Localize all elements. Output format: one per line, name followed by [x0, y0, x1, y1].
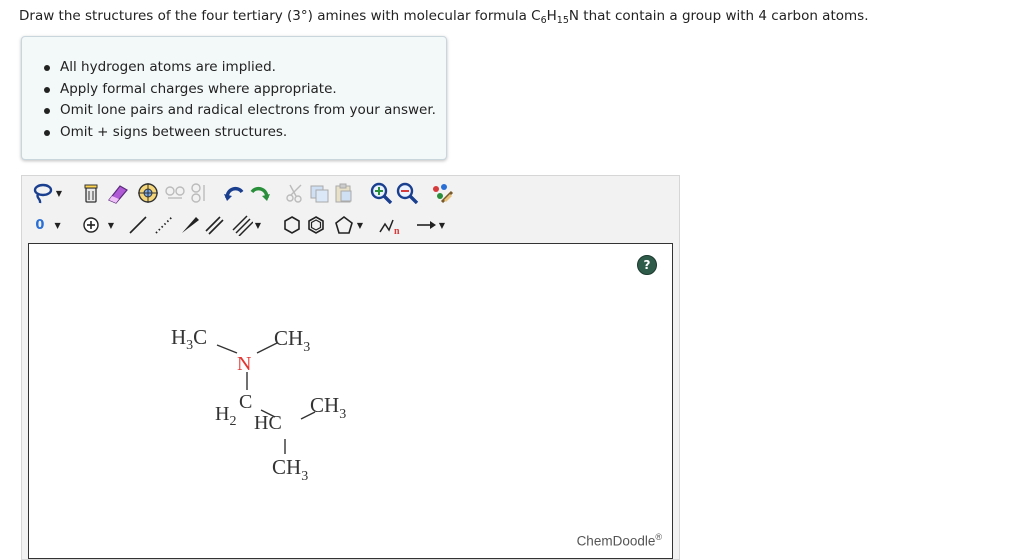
- chemdoodle-sketcher: ▼ 0 ▼ ▼ ▼ ▼ n ▼ ? H3C CH3 N C H2 HC CH3 …: [21, 175, 680, 560]
- atom-h3c-left[interactable]: H3C: [171, 325, 207, 353]
- charge-plus-dropdown[interactable]: ▼: [78, 213, 118, 237]
- flip-horizontal-tool[interactable]: [164, 181, 186, 205]
- chevron-down-icon: ▼: [438, 220, 446, 230]
- toolbar-row-1: ▼: [22, 179, 679, 207]
- instruction-item: All hydrogen atoms are implied.: [44, 57, 436, 79]
- formula-h: H: [546, 8, 557, 24]
- hashed-bond-icon: [155, 216, 173, 234]
- registered-mark: ®: [655, 531, 662, 542]
- charge-value-dropdown[interactable]: 0 ▼: [28, 213, 68, 237]
- lasso-tool[interactable]: ▼: [28, 181, 66, 205]
- svg-text:C: C: [239, 391, 252, 413]
- question-prefix: Draw the structures of the four tertiary…: [19, 8, 541, 24]
- arrow-right-icon: [416, 221, 436, 229]
- ring-template-dropdown[interactable]: ▼: [328, 213, 368, 237]
- pentagon-icon: [334, 216, 353, 234]
- instructions-list: All hydrogen atoms are implied. Apply fo…: [44, 57, 436, 144]
- instructions-box: All hydrogen atoms are implied. Apply fo…: [21, 36, 447, 160]
- triple-bond-icon: [232, 215, 253, 236]
- double-bond-icon: [205, 216, 224, 235]
- svg-text:H2: H2: [215, 403, 236, 429]
- formula-sub-15: 15: [556, 15, 569, 26]
- instruction-item: Apply formal charges where appropriate.: [44, 79, 436, 101]
- chemdoodle-watermark: ChemDoodle®: [577, 532, 662, 549]
- zoom-out-tool[interactable]: [396, 181, 420, 205]
- zoom-in-tool[interactable]: [370, 181, 394, 205]
- target-icon: [138, 183, 158, 203]
- molecule-structure: H3C CH3 N C H2 HC CH3 CH3: [171, 325, 346, 484]
- ring-icon: [284, 216, 300, 234]
- single-bond-tool[interactable]: [126, 213, 150, 237]
- redo-icon: [250, 186, 270, 201]
- instruction-item: Omit + signs between structures.: [44, 122, 436, 144]
- paste-tool[interactable]: [332, 181, 354, 205]
- chevron-down-icon: ▼: [107, 220, 115, 230]
- chevron-down-icon: ▼: [356, 220, 364, 230]
- instruction-item: Omit lone pairs and radical electrons fr…: [44, 100, 436, 122]
- single-bond-icon: [129, 216, 147, 234]
- center-tool[interactable]: [136, 181, 160, 205]
- benzene-tool[interactable]: [304, 213, 328, 237]
- flip-horizontal-icon: [165, 186, 185, 199]
- atom-ch3-right[interactable]: CH3: [310, 393, 346, 422]
- flip-vertical-icon: [191, 183, 205, 203]
- lasso-icon: [33, 183, 53, 204]
- copy-tool[interactable]: [308, 181, 330, 205]
- svg-text:CH3: CH3: [272, 455, 308, 484]
- bond: [216, 344, 238, 354]
- chain-tool[interactable]: n: [376, 213, 406, 237]
- trash-icon: [84, 184, 98, 203]
- zoom-out-icon: [396, 182, 419, 204]
- atom-ch3-bottom[interactable]: CH3: [272, 455, 308, 484]
- arrow-dropdown[interactable]: ▼: [410, 213, 450, 237]
- redo-tool[interactable]: [248, 181, 272, 205]
- svg-text:H3C: H3C: [171, 325, 207, 353]
- atom-hc[interactable]: HC: [254, 412, 282, 434]
- svg-text:N: N: [237, 353, 251, 375]
- atom-nitrogen[interactable]: N: [237, 353, 251, 375]
- double-bond-tool[interactable]: [202, 213, 226, 237]
- toolbar-row-2: 0 ▼ ▼ ▼ ▼ n ▼: [22, 211, 679, 239]
- atom-h2[interactable]: H2: [215, 403, 236, 429]
- scissors-icon: [286, 184, 302, 203]
- plus-circle-icon: [83, 217, 99, 233]
- flip-vertical-tool[interactable]: [188, 181, 210, 205]
- benzene-icon: [308, 216, 324, 234]
- watermark-text: ChemDoodle: [576, 533, 656, 548]
- chevron-down-icon: ▼: [54, 220, 61, 230]
- chevron-down-icon: ▼: [55, 188, 63, 198]
- question-suffix: N that contain a group with 4 carbon ato…: [568, 8, 869, 24]
- clean-tool[interactable]: [430, 181, 454, 205]
- atom-ch3-top[interactable]: CH3: [274, 326, 310, 355]
- eraser-icon: [108, 185, 128, 204]
- eraser-tool[interactable]: [106, 181, 130, 205]
- wedge-bond-tool[interactable]: [178, 213, 202, 237]
- svg-text:HC: HC: [254, 412, 282, 434]
- clean-icon: [433, 184, 454, 204]
- question-text: Draw the structures of the four tertiary…: [19, 8, 869, 26]
- paste-icon: [335, 183, 352, 203]
- charge-value: 0: [35, 217, 45, 233]
- chevron-down-icon: ▼: [254, 220, 262, 230]
- zoom-in-icon: [370, 182, 393, 204]
- svg-text:CH3: CH3: [274, 326, 310, 355]
- wedge-bond-icon: [182, 217, 199, 233]
- triple-bond-dropdown[interactable]: ▼: [226, 213, 266, 237]
- chain-icon: n: [379, 219, 400, 236]
- undo-icon: [224, 186, 244, 201]
- copy-icon: [310, 185, 329, 203]
- drawing-canvas[interactable]: ? H3C CH3 N C H2 HC CH3 CH3 ChemDoodle®: [28, 243, 673, 559]
- svg-text:CH3: CH3: [310, 393, 346, 422]
- undo-tool[interactable]: [222, 181, 246, 205]
- atom-carbon[interactable]: C: [239, 391, 252, 413]
- hashed-bond-tool[interactable]: [152, 213, 176, 237]
- clear-tool[interactable]: [80, 181, 102, 205]
- cyclopropane-tool[interactable]: [280, 213, 304, 237]
- cut-tool[interactable]: [284, 181, 306, 205]
- svg-text:n: n: [394, 226, 400, 236]
